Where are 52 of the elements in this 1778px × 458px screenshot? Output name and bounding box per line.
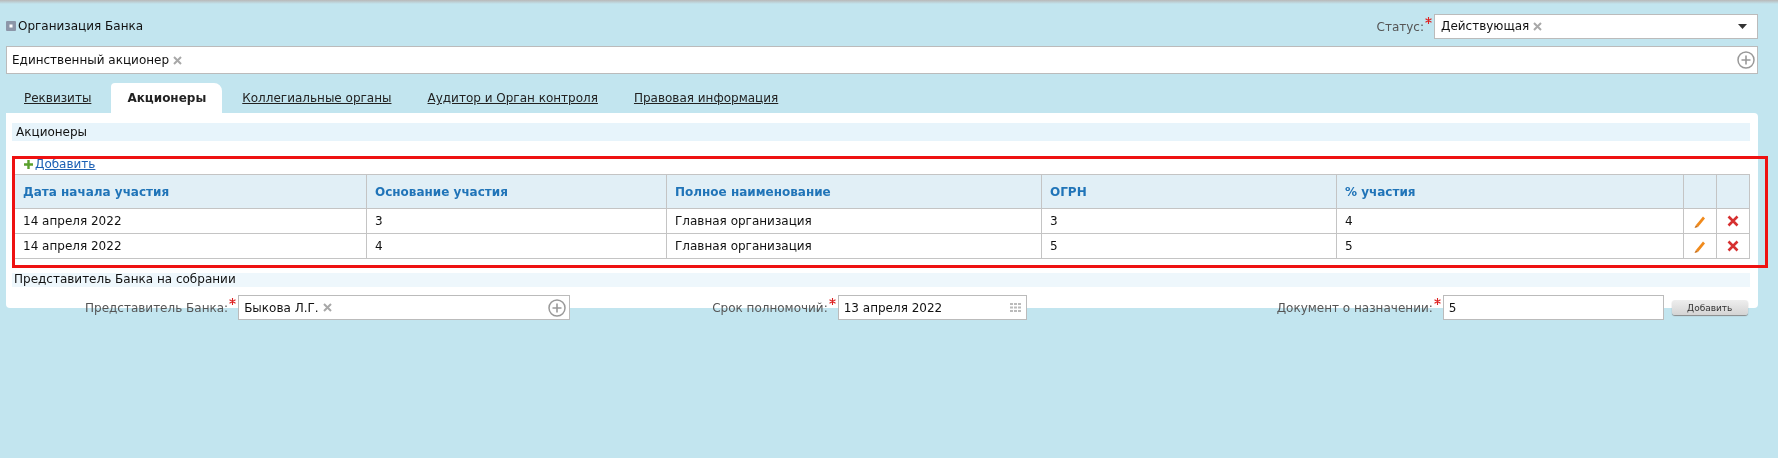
tag-field[interactable]: Единственный акционер	[6, 46, 1758, 74]
table-cell: 5	[1336, 233, 1684, 259]
tab[interactable]: Правовая информация	[617, 86, 795, 113]
table-cell: Главная организация	[666, 233, 1042, 259]
table-cell: 5	[1041, 233, 1337, 259]
text-field[interactable]: 5	[1442, 295, 1664, 320]
clear-icon[interactable]	[1533, 21, 1543, 31]
tab[interactable]: Коллегиальные органы	[226, 86, 408, 113]
table-cell: 4	[1336, 208, 1684, 234]
section-title: Акционеры	[16, 125, 88, 139]
status-select[interactable]: Действующая	[1434, 13, 1758, 39]
table-cell: 14 апреля 2022	[14, 233, 367, 259]
field-label: Срок полномочий:	[712, 301, 828, 315]
delete-icon[interactable]	[1727, 215, 1739, 227]
field-value: 13 апреля 2022	[843, 300, 943, 315]
section-title: Представитель Банка на собрании	[14, 272, 236, 286]
calendar-icon[interactable]	[1009, 303, 1021, 312]
pencil-icon[interactable]	[1693, 214, 1707, 228]
page-title: Организация Банка	[18, 19, 144, 33]
add-link[interactable]: Добавить	[35, 157, 96, 171]
tab[interactable]: Реквизиты	[8, 86, 108, 113]
field-label: Представитель Банка:	[85, 301, 229, 315]
table-cell: 14 апреля 2022	[14, 208, 367, 234]
field-label: Статус:	[1376, 19, 1424, 34]
column-header[interactable]: Основание участия	[366, 174, 667, 209]
add-button[interactable]: Добавить	[1671, 300, 1748, 315]
column-header[interactable]: Полное наименование	[666, 174, 1042, 209]
date-field[interactable]: 13 апреля 2022	[837, 295, 1027, 320]
chip-label: Действующая	[1441, 19, 1530, 33]
add-icon[interactable]	[1737, 51, 1755, 69]
dropdown-icon[interactable]	[1738, 23, 1747, 29]
plus-icon[interactable]	[24, 159, 33, 169]
table-cell: 4	[366, 233, 667, 259]
chip-label: Единственный акционер	[12, 53, 170, 67]
organization-icon	[6, 21, 16, 31]
column-header[interactable]: % участия	[1336, 174, 1684, 209]
table-cell: 3	[1041, 208, 1337, 234]
clear-icon[interactable]	[322, 303, 332, 312]
lookup-field[interactable]: Быкова Л.Г.	[238, 295, 571, 320]
add-icon[interactable]	[548, 298, 567, 317]
delete-icon[interactable]	[1727, 240, 1739, 252]
pencil-icon[interactable]	[1693, 239, 1707, 253]
table-cell: 3	[366, 208, 667, 234]
column-header[interactable]: Дата начала участия	[14, 174, 367, 209]
field-label: Документ о назначении:	[1276, 301, 1433, 315]
chip-label: Быкова Л.Г.	[244, 300, 319, 315]
table-cell: Главная организация	[666, 208, 1042, 234]
column-header[interactable]: ОГРН	[1041, 174, 1337, 209]
field-value: 5	[1448, 300, 1457, 315]
clear-icon[interactable]	[173, 55, 183, 65]
tab[interactable]: Акционеры	[111, 83, 223, 113]
tab[interactable]: Аудитор и Орган контроля	[411, 86, 614, 113]
